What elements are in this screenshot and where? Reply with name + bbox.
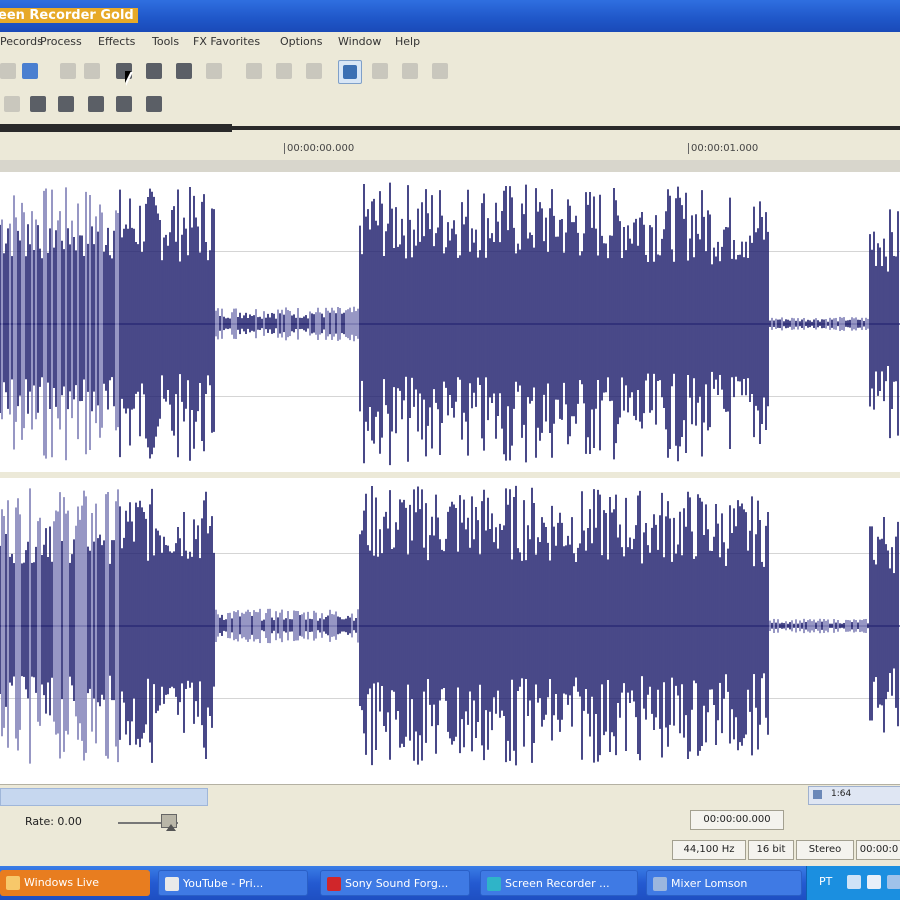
overview-bar[interactable]: [0, 120, 900, 140]
fast-forward-icon[interactable]: [116, 96, 132, 112]
redo-icon[interactable]: [246, 63, 262, 79]
language-indicator[interactable]: PT: [819, 875, 832, 888]
status-sample-rate[interactable]: 44,100 Hz: [672, 840, 746, 860]
menu-item-window[interactable]: Window: [338, 35, 381, 48]
mix-icon[interactable]: [146, 63, 162, 79]
copy-icon[interactable]: [84, 63, 100, 79]
ruler-marker-1: 00:00:01.000: [688, 143, 758, 154]
undo-icon[interactable]: [0, 63, 16, 79]
taskbar-item-sound-forge[interactable]: Sony Sound Forg...: [320, 870, 470, 896]
main-toolbar: [0, 52, 900, 89]
taskbar-item-screen-recorder[interactable]: Screen Recorder ...: [480, 870, 638, 896]
menu-item-fx-favorites[interactable]: FX Favorites: [193, 35, 260, 48]
region-icon[interactable]: [306, 63, 322, 79]
go-to-end-icon[interactable]: [146, 96, 162, 112]
properties-icon[interactable]: [22, 63, 38, 79]
status-area: Rate: 0.00 00:00:00.000 44,100 Hz 16 bit…: [0, 806, 900, 866]
menu-item-records[interactable]: Pecords: [0, 35, 43, 48]
envelope-tool-icon[interactable]: [432, 63, 448, 79]
channel-divider: [0, 472, 900, 478]
horizontal-scrollbar[interactable]: [0, 784, 900, 807]
ruler-marker-0: 00:00:00.000: [284, 143, 354, 154]
taskbar-item-youtube[interactable]: YouTube - Pri...: [158, 870, 308, 896]
status-length: 00:00:0: [856, 840, 900, 860]
zoom-tool-icon[interactable]: [372, 63, 388, 79]
time-ruler[interactable]: 00:00:00.000 00:00:01.000: [0, 140, 900, 161]
menu-item-effects[interactable]: Effects: [98, 35, 135, 48]
waveform-display[interactable]: [0, 172, 900, 784]
taskbar-label: Sony Sound Forg...: [345, 877, 449, 890]
marker-icon[interactable]: [276, 63, 292, 79]
cut-icon[interactable]: [60, 63, 76, 79]
screen-recorder-icon: [487, 877, 501, 891]
waveform-svg: [0, 182, 900, 766]
rewind-icon[interactable]: [88, 96, 104, 112]
windows-live-icon: [6, 876, 20, 890]
status-bit-depth[interactable]: 16 bit: [748, 840, 794, 860]
tray-icon-network[interactable]: [847, 875, 861, 889]
pencil-tool-icon[interactable]: [402, 63, 418, 79]
taskbar-label: YouTube - Pri...: [183, 877, 264, 890]
zoom-icon: [813, 790, 822, 799]
title-bar: een Recorder Gold: [0, 0, 900, 32]
zoom-ratio-text: 1:64: [831, 789, 852, 799]
cursor-time: 00:00:00.000: [690, 810, 784, 830]
window-title: een Recorder Gold: [0, 8, 138, 23]
taskbar: Windows Live YouTube - Pri... Sony Sound…: [0, 866, 900, 900]
browser-icon: [165, 877, 179, 891]
edit-tool-icon[interactable]: [338, 60, 362, 84]
taskbar-item-windows-live[interactable]: Windows Live: [0, 870, 150, 896]
taskbar-label: Windows Live: [24, 876, 100, 889]
menu-bar: Pecords Process Effects Tools FX Favorit…: [0, 32, 900, 53]
stop-icon[interactable]: [30, 96, 46, 112]
status-channels[interactable]: Stereo: [796, 840, 854, 860]
menu-item-tools[interactable]: Tools: [152, 35, 179, 48]
mixer-icon: [653, 877, 667, 891]
rate-label: Rate: 0.00: [25, 815, 82, 828]
go-to-start-icon[interactable]: [58, 96, 74, 112]
taskbar-item-mixer[interactable]: Mixer Lomson: [646, 870, 802, 896]
zoom-ratio[interactable]: 1:64: [808, 786, 900, 805]
menu-item-options[interactable]: Options: [280, 35, 322, 48]
menu-item-help[interactable]: Help: [395, 35, 420, 48]
rate-slider-pointer: [166, 824, 176, 831]
tray-icon-volume[interactable]: [867, 875, 881, 889]
trim-icon[interactable]: [206, 63, 222, 79]
mouse-cursor-icon: [125, 71, 133, 86]
loop-icon[interactable]: [4, 96, 20, 112]
menu-item-process[interactable]: Process: [40, 35, 82, 48]
paste-icon[interactable]: [176, 63, 192, 79]
overview-selection[interactable]: [0, 124, 232, 132]
taskbar-label: Mixer Lomson: [671, 877, 748, 890]
tray-icon-safely-remove[interactable]: [887, 875, 900, 889]
system-tray: PT: [806, 866, 900, 900]
transport-toolbar: [0, 88, 900, 118]
scrollbar-thumb[interactable]: [0, 788, 208, 806]
sound-forge-icon: [327, 877, 341, 891]
taskbar-label: Screen Recorder ...: [505, 877, 610, 890]
